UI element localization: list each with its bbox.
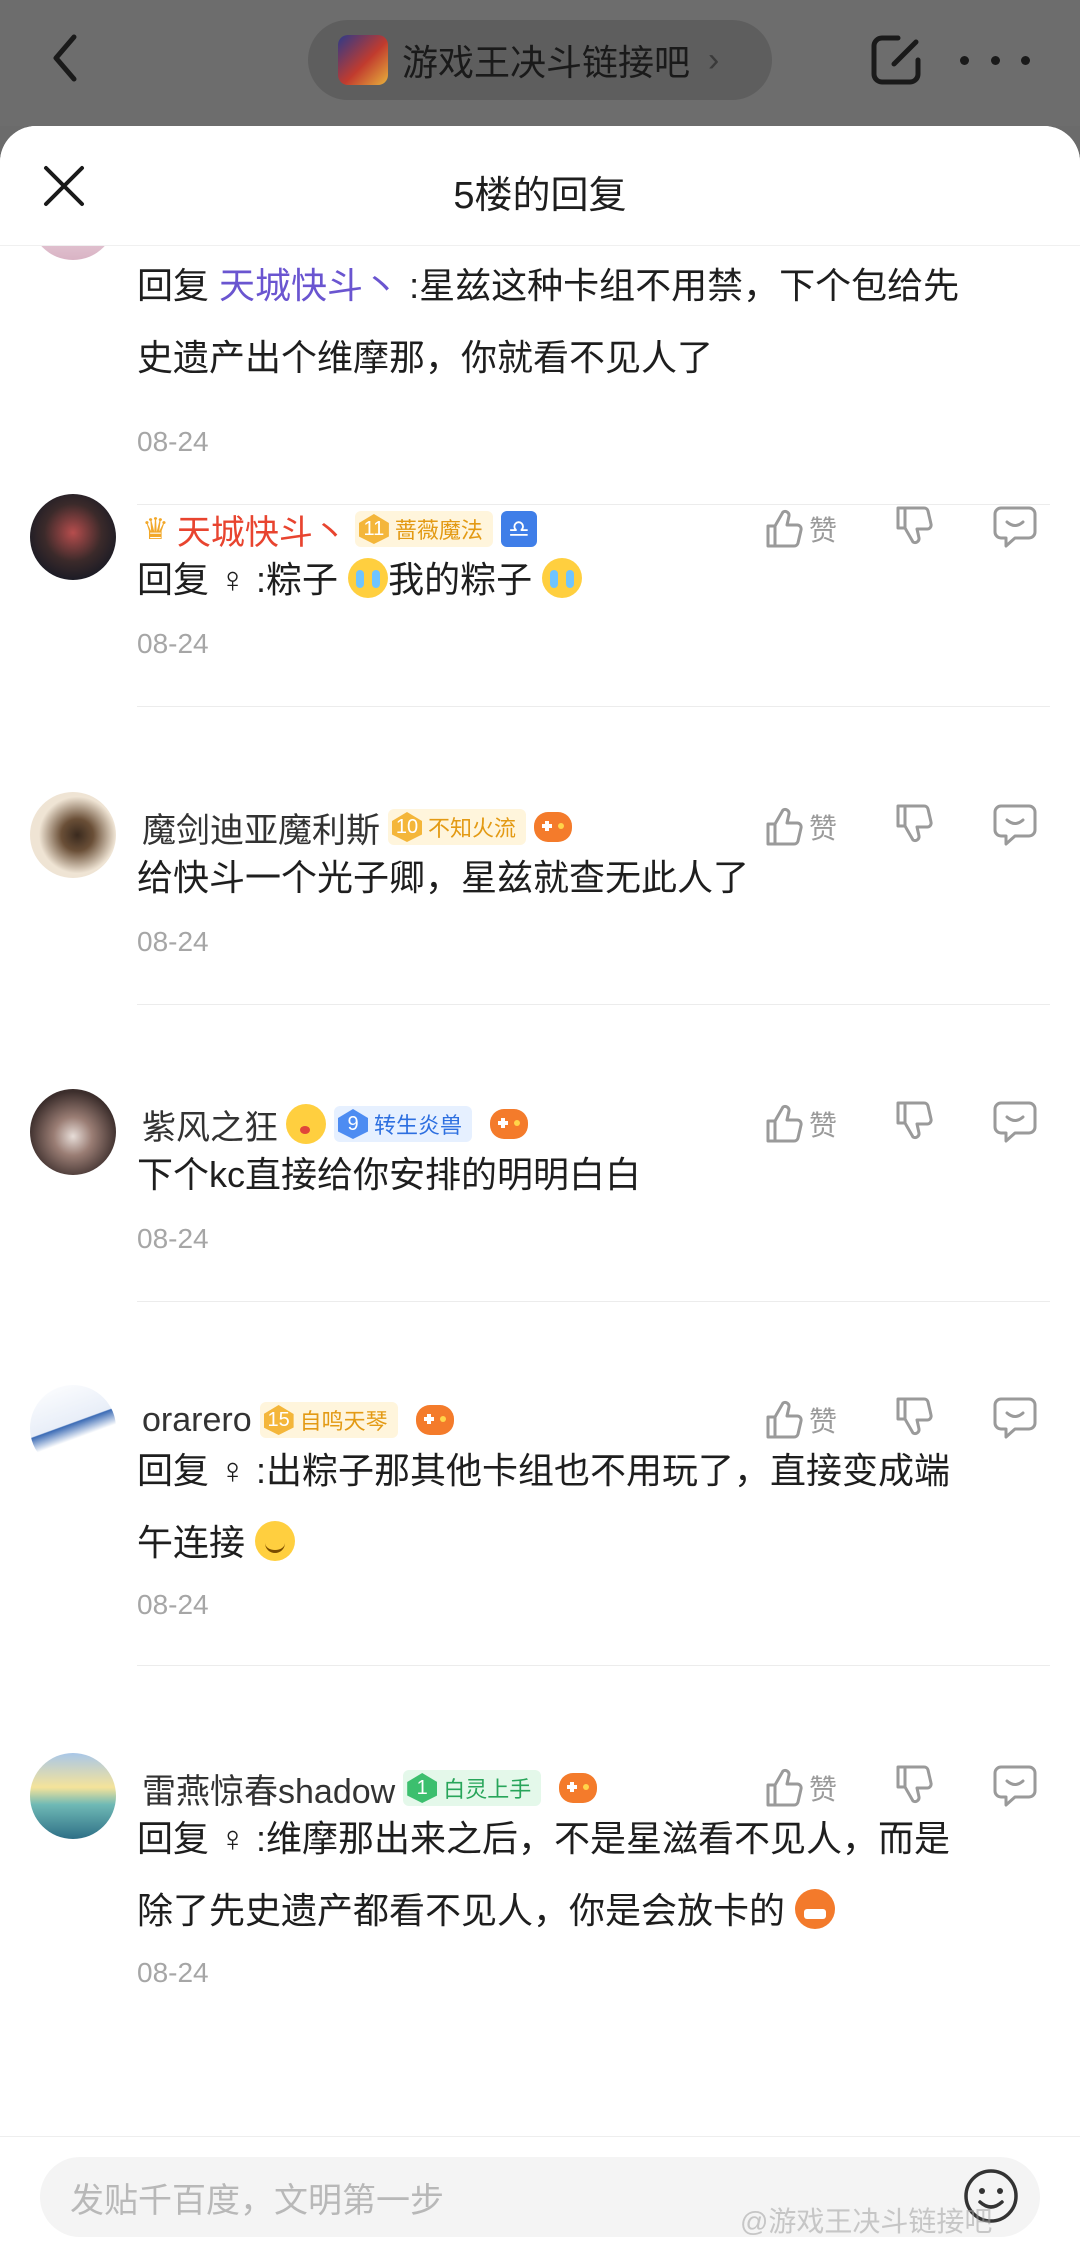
- reply-content: 除了先史遗产都看不见人，你是会放卡的: [137, 1890, 796, 1931]
- level-title: 转生炎兽: [374, 1113, 463, 1138]
- gamepad-icon: [415, 1405, 454, 1435]
- avatar[interactable]: [30, 1753, 116, 1839]
- reply-date: 08-24: [137, 926, 209, 957]
- level-number: 10: [392, 812, 422, 842]
- reply-content: :维摩那出来之后，不是星滋看不见人，而是: [256, 1818, 951, 1859]
- level-badge[interactable]: 1 白灵上手: [403, 1770, 542, 1806]
- level-number: 9: [338, 1109, 368, 1139]
- forum-name: 游戏王决斗链接吧: [402, 42, 691, 83]
- top-nav-bar: 游戏王决斗链接吧 ›: [0, 0, 1080, 126]
- forum-avatar: [338, 35, 388, 85]
- reply-date: 08-24: [137, 1957, 209, 1988]
- username[interactable]: orarero: [142, 1401, 252, 1440]
- level-number: 11: [358, 514, 389, 544]
- avatar[interactable]: [30, 792, 116, 878]
- reply-prefix: 回复: [137, 1450, 210, 1491]
- reply-date: 08-24: [137, 1223, 209, 1254]
- mention-link[interactable]: ♀: [219, 1450, 246, 1491]
- angry-emoji-icon: [795, 1889, 836, 1929]
- thumbs-down-icon: [896, 506, 933, 545]
- reply-text[interactable]: 回复 ♀ :维摩那出来之后，不是星滋看不见人，而是 除了先史遗产都看不见人，你是…: [137, 1803, 1037, 1947]
- more-dot-icon: [960, 55, 969, 65]
- sheet-title: 5楼的回复: [453, 175, 627, 217]
- kiss-emoji-icon: [286, 1104, 326, 1144]
- reply-text[interactable]: 给快斗一个光子卿，星兹就查无此人了: [137, 842, 1037, 914]
- level-badge[interactable]: 10 不知火流: [388, 809, 527, 845]
- level-badge[interactable]: 9 转生炎兽: [334, 1106, 473, 1142]
- like-label: 赞: [809, 1110, 838, 1141]
- reply-text[interactable]: 回复 ♀ :粽子 我的粽子: [137, 544, 1037, 616]
- reply-text[interactable]: 下个kc直接给你安排的明明白白: [137, 1139, 1037, 1211]
- thumbs-down-icon: [896, 1101, 933, 1140]
- avatar[interactable]: [30, 1385, 116, 1471]
- comment-icon: [993, 1765, 1037, 1807]
- reply-text[interactable]: 回复 ♀ :出粽子那其他卡组也不用玩了，直接变成端 午连接: [137, 1435, 1037, 1579]
- thumbs-down-icon: [896, 1765, 933, 1804]
- mention-link[interactable]: 天城快斗丶: [219, 265, 399, 306]
- reply-prefix: 回复: [137, 559, 210, 600]
- comment-icon: [993, 804, 1037, 846]
- more-button[interactable]: [960, 30, 1030, 90]
- gamepad-icon: [490, 1109, 529, 1139]
- avatar[interactable]: [30, 1089, 116, 1175]
- reply-input-placeholder: 发贴千百度，文明第一步: [70, 2181, 444, 2220]
- more-dot-icon: [1021, 55, 1030, 65]
- back-button[interactable]: [40, 28, 90, 88]
- sheet-header: 5楼的回复: [0, 126, 1080, 246]
- edit-icon: [871, 35, 921, 85]
- reply-text[interactable]: 回复 天城快斗丶 :星兹这种卡组不用禁，下个包给先 史遗产出个维摩那，你就看不见…: [137, 250, 1037, 394]
- reply-content: 史遗产出个维摩那，你就看不见人了: [137, 337, 714, 378]
- comment-icon: [993, 506, 1037, 548]
- gamepad-icon: [534, 812, 573, 842]
- mention-link[interactable]: ♀: [219, 559, 246, 600]
- level-title: 自鸣天琴: [299, 1409, 388, 1434]
- crown-icon: ♛: [142, 512, 169, 546]
- more-dot-icon: [990, 55, 1000, 65]
- thumbs-down-icon: [896, 804, 933, 843]
- divider: [137, 706, 1050, 707]
- level-badge[interactable]: 15 自鸣天琴: [259, 1402, 398, 1438]
- divider: [137, 1665, 1050, 1666]
- reply-prefix: 回复: [137, 265, 210, 306]
- forum-link[interactable]: 游戏王决斗链接吧 ›: [308, 20, 772, 100]
- reply-content: 午连接: [137, 1522, 256, 1563]
- reply-content: :粽子: [256, 559, 349, 600]
- gamepad-icon: [559, 1773, 598, 1803]
- reply-date: 08-24: [137, 426, 209, 457]
- level-title: 白灵上手: [443, 1777, 532, 1802]
- reply-date: 08-24: [137, 628, 209, 659]
- reply-date: 08-24: [137, 1589, 209, 1620]
- crying-emoji-icon: [348, 558, 389, 598]
- mention-link[interactable]: ♀: [219, 1818, 246, 1859]
- comment-icon: [993, 1397, 1037, 1439]
- level-badge[interactable]: 11 蔷薇魔法: [354, 511, 493, 547]
- divider: [137, 1004, 1050, 1005]
- divider: [137, 1301, 1050, 1302]
- reply-prefix: 回复: [137, 1818, 210, 1859]
- reply-content: 我的粽子: [388, 559, 543, 600]
- libra-zodiac-icon: ♎: [500, 511, 537, 547]
- like-label: 赞: [809, 1406, 838, 1437]
- chevron-right-icon: ›: [708, 40, 720, 79]
- level-title: 不知火流: [428, 816, 517, 841]
- comment-icon: [993, 1101, 1037, 1143]
- reply-content: :星兹这种卡组不用禁，下个包给先: [409, 265, 960, 306]
- crying-emoji-icon: [542, 558, 583, 598]
- like-label: 赞: [809, 515, 838, 546]
- edit-post-button[interactable]: [868, 30, 928, 90]
- watermark: @游戏王决斗链接吧: [740, 2206, 993, 2237]
- replies-sheet: 5楼的回复 回复 天城快斗丶 :星兹这种卡组不用禁，下个包给先 史遗产出个维摩那…: [0, 126, 1080, 2246]
- level-title: 蔷薇魔法: [394, 518, 483, 543]
- level-number: 15: [263, 1405, 294, 1435]
- like-label: 赞: [809, 813, 838, 844]
- thumbs-down-icon: [896, 1397, 933, 1436]
- level-number: 1: [407, 1773, 438, 1803]
- avatar[interactable]: [30, 494, 116, 580]
- back-arrow-icon: [53, 34, 77, 82]
- reply-content: :出粽子那其他卡组也不用玩了，直接变成端: [256, 1450, 951, 1491]
- smile-emoji-icon: [255, 1521, 296, 1561]
- like-label: 赞: [809, 1774, 838, 1805]
